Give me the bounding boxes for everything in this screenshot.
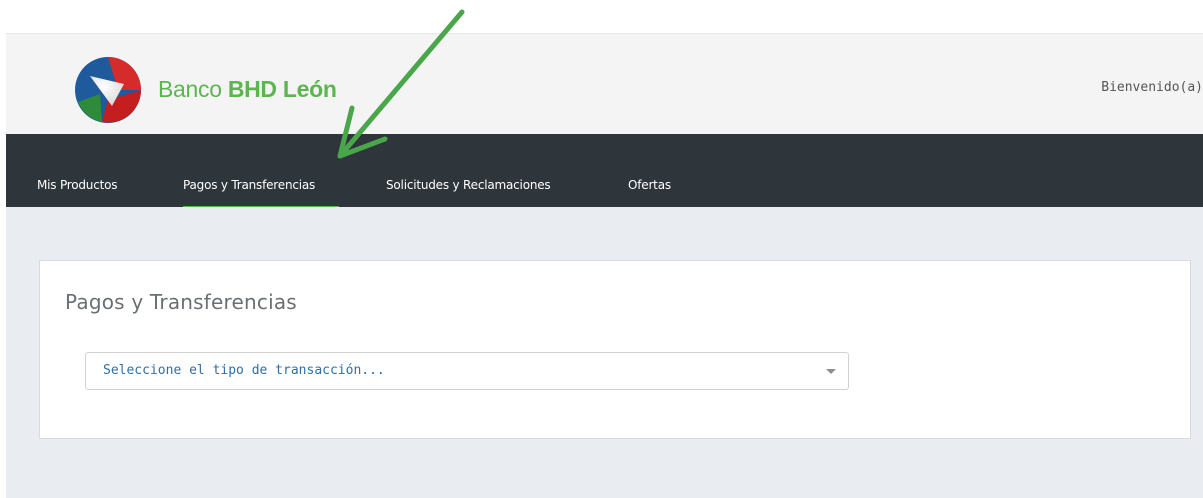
payments-panel: Pagos y Transferencias Seleccione el tip… [39, 260, 1191, 439]
nav-item-solicitudes-reclamaciones[interactable]: Solicitudes y Reclamaciones [386, 178, 551, 192]
main-navbar: Mis Productos Pagos y Transferencias Sol… [6, 134, 1203, 211]
brand-name: Banco BHD León [158, 76, 337, 103]
welcome-text: Bienvenido(a) [1101, 80, 1203, 95]
nav-item-ofertas[interactable]: Ofertas [628, 178, 671, 192]
bank-logo[interactable] [72, 54, 144, 126]
brand-prefix: Banco [158, 76, 222, 102]
transaction-type-value: Seleccione el tipo de transacción... [103, 363, 385, 378]
nav-item-mis-productos[interactable]: Mis Productos [37, 178, 118, 192]
transaction-type-select[interactable]: Seleccione el tipo de transacción... [85, 352, 849, 390]
nav-item-pagos-transferencias[interactable]: Pagos y Transferencias [183, 178, 315, 192]
header: Banco BHD León Bienvenido(a) [6, 33, 1203, 135]
page-title: Pagos y Transferencias [65, 290, 297, 314]
chevron-down-icon[interactable] [826, 369, 836, 374]
brand-bold: BHD León [227, 76, 337, 102]
